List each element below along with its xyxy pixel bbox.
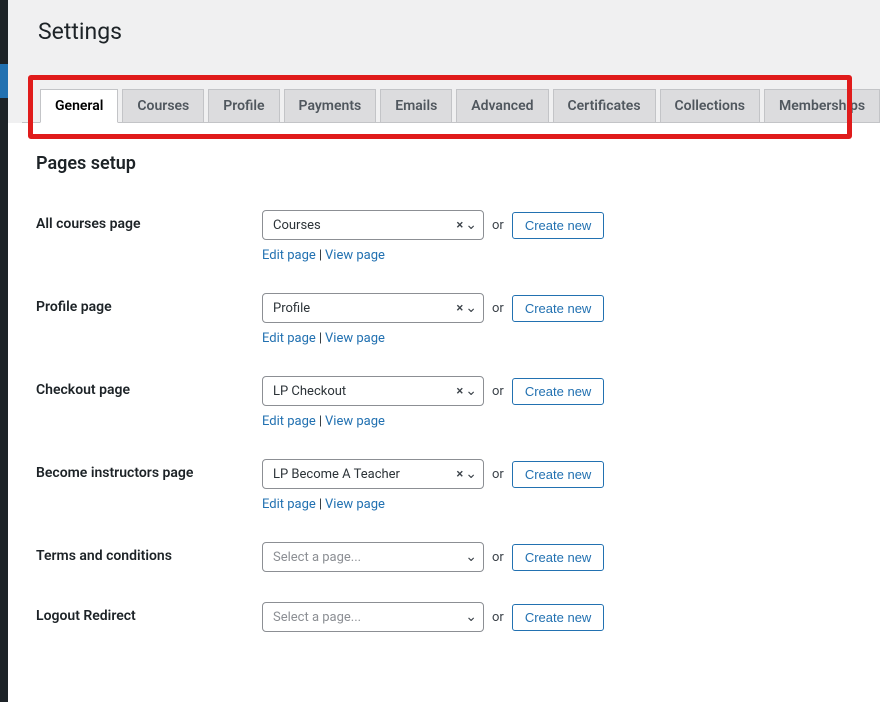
tab-courses[interactable]: Courses: [122, 89, 204, 123]
tabs-container: General Courses Profile Payments Emails …: [8, 83, 880, 123]
create-new-button[interactable]: Create new: [512, 604, 604, 631]
create-new-button[interactable]: Create new: [512, 295, 604, 322]
page-links: Edit page|View page: [262, 414, 604, 429]
chevron-down-icon: ⌄: [465, 301, 477, 315]
page-title: Settings: [38, 18, 850, 45]
or-text: or: [492, 467, 504, 482]
label-become-instructors: Become instructors page: [36, 459, 262, 481]
row-profile: Profile page Profile × ⌄ or Create new E…: [36, 293, 856, 346]
select-terms-value: Select a page...: [273, 550, 361, 565]
row-all-courses: All courses page Courses × ⌄ or Create n…: [36, 210, 856, 263]
select-profile[interactable]: Profile × ⌄: [262, 293, 484, 323]
tab-profile[interactable]: Profile: [208, 89, 279, 123]
clear-icon[interactable]: ×: [456, 384, 463, 399]
select-logout-value: Select a page...: [273, 610, 361, 625]
chevron-down-icon: ⌄: [465, 218, 477, 232]
label-checkout: Checkout page: [36, 376, 262, 398]
tab-emails[interactable]: Emails: [380, 89, 452, 123]
select-become-instructors[interactable]: LP Become A Teacher × ⌄: [262, 459, 484, 489]
view-page-link[interactable]: View page: [325, 414, 385, 429]
row-become-instructors: Become instructors page LP Become A Teac…: [36, 459, 856, 512]
select-terms[interactable]: Select a page... ⌄: [262, 542, 484, 572]
clear-icon[interactable]: ×: [456, 301, 463, 316]
or-text: or: [492, 218, 504, 233]
select-become-instructors-value: LP Become A Teacher: [273, 467, 400, 482]
select-all-courses-value: Courses: [273, 218, 321, 233]
row-terms: Terms and conditions Select a page... ⌄ …: [36, 542, 856, 572]
or-text: or: [492, 610, 504, 625]
edit-page-link[interactable]: Edit page: [262, 414, 316, 429]
admin-sidebar-strip: [0, 0, 8, 702]
settings-content: Pages setup All courses page Courses × ⌄…: [8, 123, 880, 654]
create-new-button[interactable]: Create new: [512, 461, 604, 488]
tab-general[interactable]: General: [40, 89, 118, 123]
edit-page-link[interactable]: Edit page: [262, 497, 316, 512]
page-links: Edit page|View page: [262, 248, 604, 263]
chevron-down-icon: ⌄: [465, 467, 477, 481]
page-header: Settings: [8, 0, 880, 83]
create-new-button[interactable]: Create new: [512, 212, 604, 239]
or-text: or: [492, 301, 504, 316]
tab-memberships[interactable]: Memberships: [764, 89, 880, 123]
clear-icon[interactable]: ×: [456, 467, 463, 482]
row-checkout: Checkout page LP Checkout × ⌄ or Create …: [36, 376, 856, 429]
create-new-button[interactable]: Create new: [512, 544, 604, 571]
select-profile-value: Profile: [273, 301, 310, 316]
label-profile: Profile page: [36, 293, 262, 315]
nav-tab-wrapper: General Courses Profile Payments Emails …: [22, 83, 866, 123]
view-page-link[interactable]: View page: [325, 331, 385, 346]
tab-payments[interactable]: Payments: [284, 89, 377, 123]
tab-certificates[interactable]: Certificates: [553, 89, 656, 123]
page-links: Edit page|View page: [262, 331, 604, 346]
row-logout: Logout Redirect Select a page... ⌄ or Cr…: [36, 602, 856, 632]
label-terms: Terms and conditions: [36, 542, 262, 564]
or-text: or: [492, 384, 504, 399]
chevron-down-icon: ⌄: [465, 610, 477, 624]
select-checkout-value: LP Checkout: [273, 384, 346, 399]
page-links: Edit page|View page: [262, 497, 604, 512]
edit-page-link[interactable]: Edit page: [262, 248, 316, 263]
tab-advanced[interactable]: Advanced: [456, 89, 548, 123]
create-new-button[interactable]: Create new: [512, 378, 604, 405]
view-page-link[interactable]: View page: [325, 248, 385, 263]
tab-collections[interactable]: Collections: [660, 89, 760, 123]
view-page-link[interactable]: View page: [325, 497, 385, 512]
select-all-courses[interactable]: Courses × ⌄: [262, 210, 484, 240]
label-all-courses: All courses page: [36, 210, 262, 232]
or-text: or: [492, 550, 504, 565]
chevron-down-icon: ⌄: [465, 550, 477, 564]
clear-icon[interactable]: ×: [456, 218, 463, 233]
section-title: Pages setup: [36, 153, 856, 174]
select-logout[interactable]: Select a page... ⌄: [262, 602, 484, 632]
chevron-down-icon: ⌄: [465, 384, 477, 398]
select-checkout[interactable]: LP Checkout × ⌄: [262, 376, 484, 406]
edit-page-link[interactable]: Edit page: [262, 331, 316, 346]
label-logout: Logout Redirect: [36, 602, 262, 624]
